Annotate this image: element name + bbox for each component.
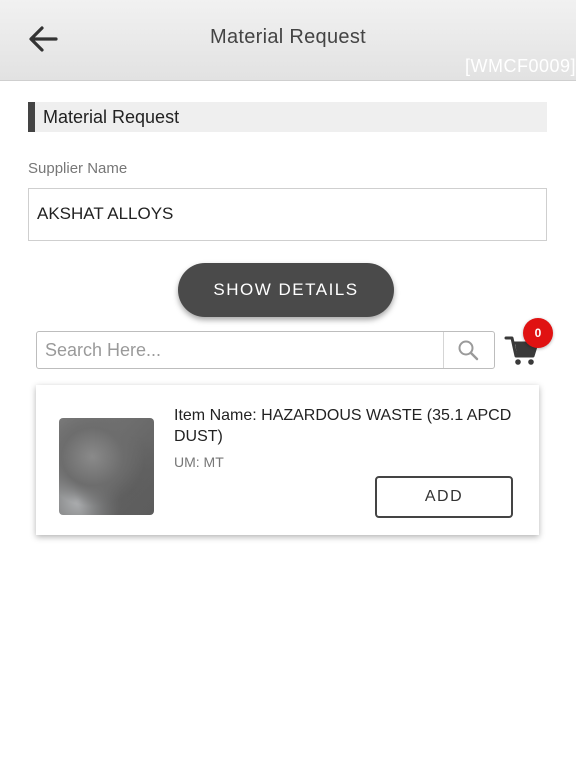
search-bar <box>36 331 495 369</box>
search-button[interactable] <box>457 339 479 361</box>
search-icon <box>458 340 479 361</box>
section-accent-bar <box>28 102 35 132</box>
item-unit: UM: MT <box>174 454 224 470</box>
search-input[interactable] <box>45 332 435 368</box>
cart-count-badge: 0 <box>523 318 553 348</box>
search-divider <box>443 332 444 368</box>
app-header: Material Request [WMCF0009] <box>0 0 576 81</box>
add-item-button[interactable]: ADD <box>375 476 513 518</box>
show-details-button[interactable]: SHOW DETAILS <box>178 263 394 317</box>
section-title: Material Request <box>43 107 180 127</box>
supplier-name-value: AKSHAT ALLOYS <box>37 204 174 223</box>
page-title: Material Request <box>210 26 366 48</box>
supplier-name-field[interactable]: AKSHAT ALLOYS <box>28 188 547 241</box>
supplier-name-label: Supplier Name <box>28 160 128 177</box>
item-image <box>59 418 154 515</box>
item-card: Item Name: HAZARDOUS WASTE (35.1 APCD DU… <box>36 385 539 535</box>
section-header: Material Request <box>28 102 547 132</box>
screen-code: [WMCF0009] <box>464 56 576 76</box>
item-name: Item Name: HAZARDOUS WASTE (35.1 APCD DU… <box>174 407 512 445</box>
